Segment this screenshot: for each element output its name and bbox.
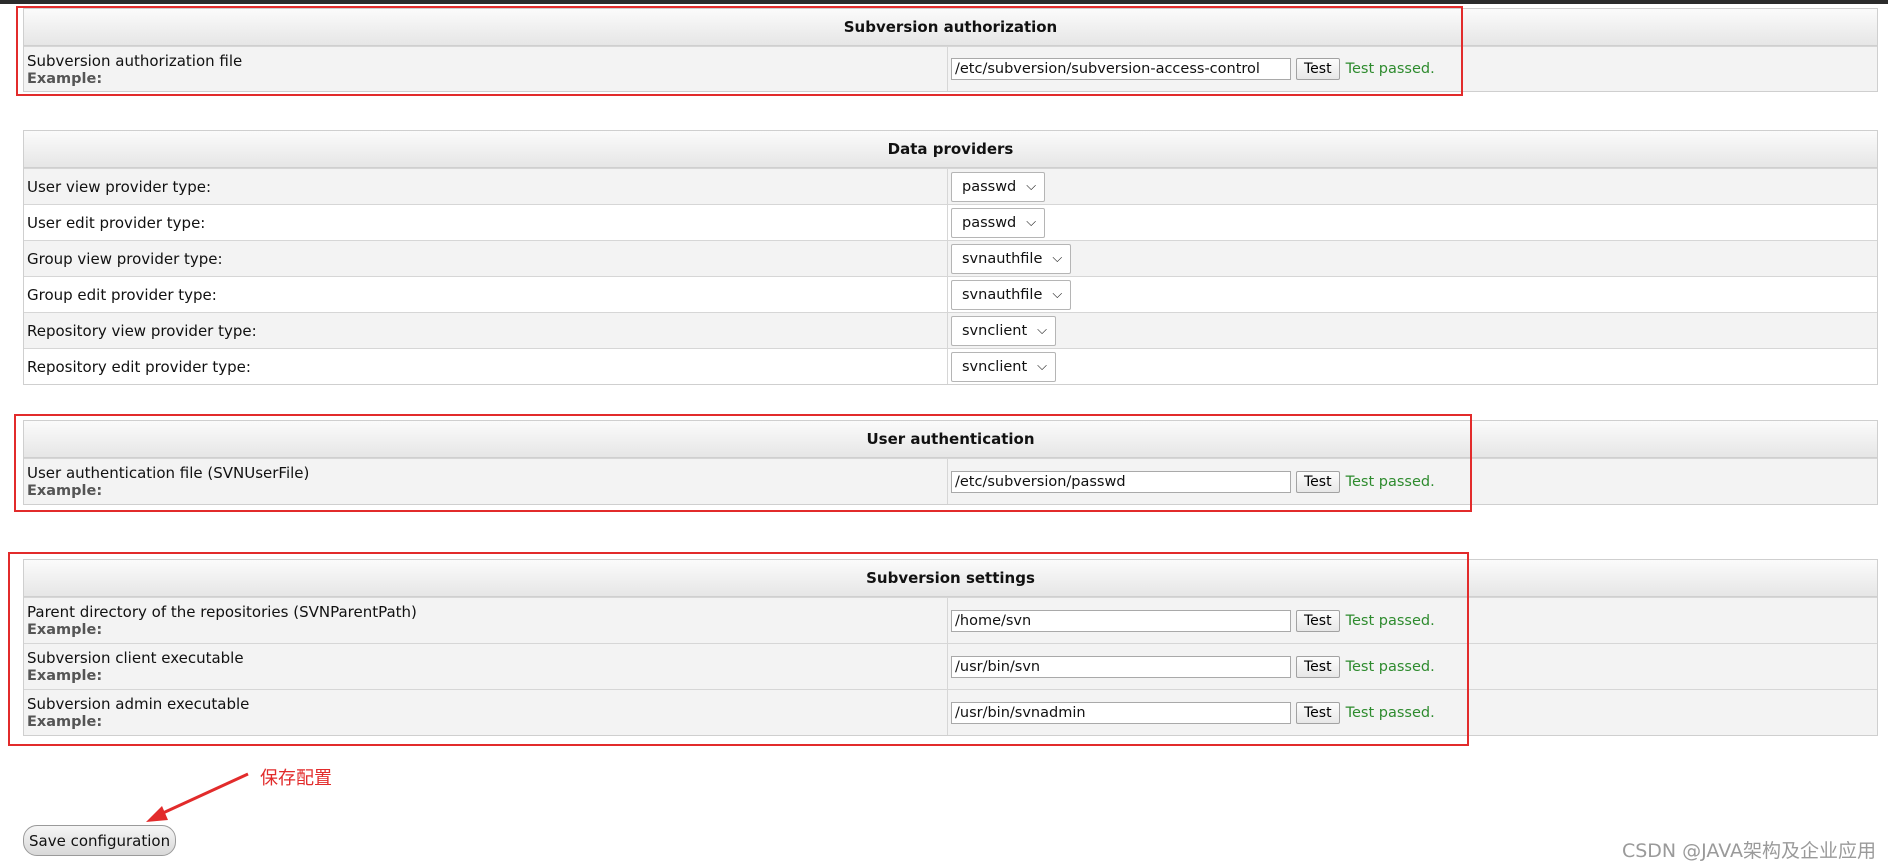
provider-row: User edit provider type: passwd ⌵ [24,204,1877,240]
provider-row: Repository view provider type: svnclient… [24,312,1877,348]
chevron-down-icon: ⌵ [1052,251,1063,266]
highlight-box [8,552,1469,746]
field-label: User view provider type: [27,177,212,196]
field-label: User edit provider type: [27,213,206,232]
data-providers-panel: Data providers User view provider type: … [23,130,1878,385]
field-label: Repository edit provider type: [27,357,251,376]
watermark: CSDN @JAVA架构及企业应用 [1621,840,1876,862]
field-label: Group edit provider type: [27,285,217,304]
chevron-down-icon: ⌵ [1026,179,1037,194]
chevron-down-icon: ⌵ [1037,323,1048,338]
provider-row: Group view provider type: svnauthfile ⌵ [24,240,1877,276]
provider-row: Group edit provider type: svnauthfile ⌵ [24,276,1877,312]
provider-select[interactable]: passwd ⌵ [951,207,1046,238]
highlight-box [16,6,1463,96]
chevron-down-icon: ⌵ [1026,215,1037,230]
save-configuration-button[interactable]: Save configuration [23,825,177,856]
provider-row: User view provider type: passwd ⌵ [24,168,1877,204]
provider-select[interactable]: svnauthfile ⌵ [951,243,1072,274]
field-label: Repository view provider type: [27,321,257,340]
provider-select[interactable]: svnclient ⌵ [951,351,1057,382]
provider-select[interactable]: svnauthfile ⌵ [951,279,1072,310]
chevron-down-icon: ⌵ [1037,359,1048,374]
annotation-text: 保存配置 [260,768,332,789]
provider-select[interactable]: svnclient ⌵ [951,315,1057,346]
provider-row: Repository edit provider type: svnclient… [24,348,1877,384]
field-label: Group view provider type: [27,249,223,268]
top-bar [0,0,1888,4]
section-title: Data providers [24,131,1877,168]
arrow-icon [146,772,249,822]
provider-select[interactable]: passwd ⌵ [951,171,1046,202]
chevron-down-icon: ⌵ [1052,287,1063,302]
highlight-box [14,414,1472,512]
